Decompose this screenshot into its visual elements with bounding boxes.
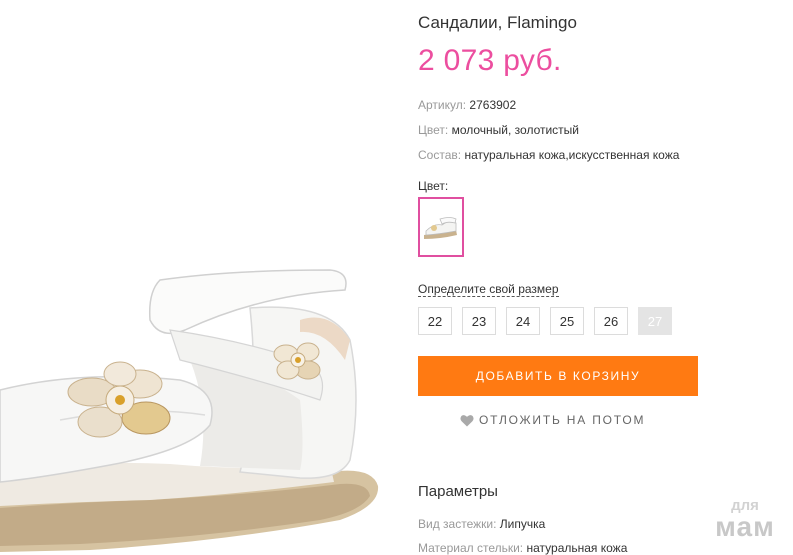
insole-material-value: натуральная кожа: [526, 541, 628, 555]
size-options: 22 23 24 25 26 27: [418, 307, 672, 335]
heart-icon: [460, 414, 474, 426]
color-value: молочный, золотистый: [451, 123, 580, 137]
product-title: Сандалии, Flamingo: [418, 13, 577, 32]
color-label: Цвет:: [418, 123, 449, 137]
fastener-row: Вид застежки: Липучка: [418, 517, 545, 531]
size-option-25[interactable]: 25: [550, 307, 584, 335]
color-row: Цвет: молочный, золотистый: [418, 123, 579, 137]
article-value: 2763902: [469, 98, 517, 112]
fastener-label: Вид застежки:: [418, 517, 497, 531]
sandal-thumbnail-icon: [424, 217, 457, 239]
insole-material-label: Материал стельки:: [418, 541, 524, 555]
insole-material-row: Материал стельки: натуральная кожа: [418, 541, 627, 555]
color-swatch-selected[interactable]: [418, 197, 464, 257]
size-guide-link[interactable]: Определите свой размер: [418, 282, 559, 297]
color-selector-label: Цвет:: [418, 179, 449, 193]
product-gallery: [0, 0, 405, 552]
size-option-24[interactable]: 24: [506, 307, 540, 335]
article-label: Артикул:: [418, 98, 467, 112]
watermark-line-2: мам: [715, 511, 775, 542]
composition-label: Состав:: [418, 148, 462, 162]
size-option-22[interactable]: 22: [418, 307, 452, 335]
article-row: Артикул: 2763902: [418, 98, 516, 112]
fastener-value: Липучка: [499, 517, 546, 531]
product-info: Сандалии, Flamingo 2 073 руб. Артикул: 2…: [418, 0, 793, 555]
parameters-heading: Параметры: [418, 483, 498, 500]
size-option-26[interactable]: 26: [594, 307, 628, 335]
site-watermark: для мам: [700, 498, 790, 541]
size-option-23[interactable]: 23: [462, 307, 496, 335]
composition-value: натуральная кожа,искусственная кожа: [464, 148, 680, 162]
product-price: 2 073 руб.: [418, 44, 562, 77]
composition-row: Состав: натуральная кожа,искусственная к…: [418, 148, 679, 162]
wishlist-label: ОТЛОЖИТЬ НА ПОТОМ: [479, 413, 646, 427]
size-option-27-unavailable: 27: [638, 307, 672, 335]
product-photo[interactable]: [0, 250, 400, 552]
add-to-cart-button[interactable]: ДОБАВИТЬ В КОРЗИНУ: [418, 356, 698, 396]
wishlist-button[interactable]: ОТЛОЖИТЬ НА ПОТОМ: [460, 413, 645, 427]
